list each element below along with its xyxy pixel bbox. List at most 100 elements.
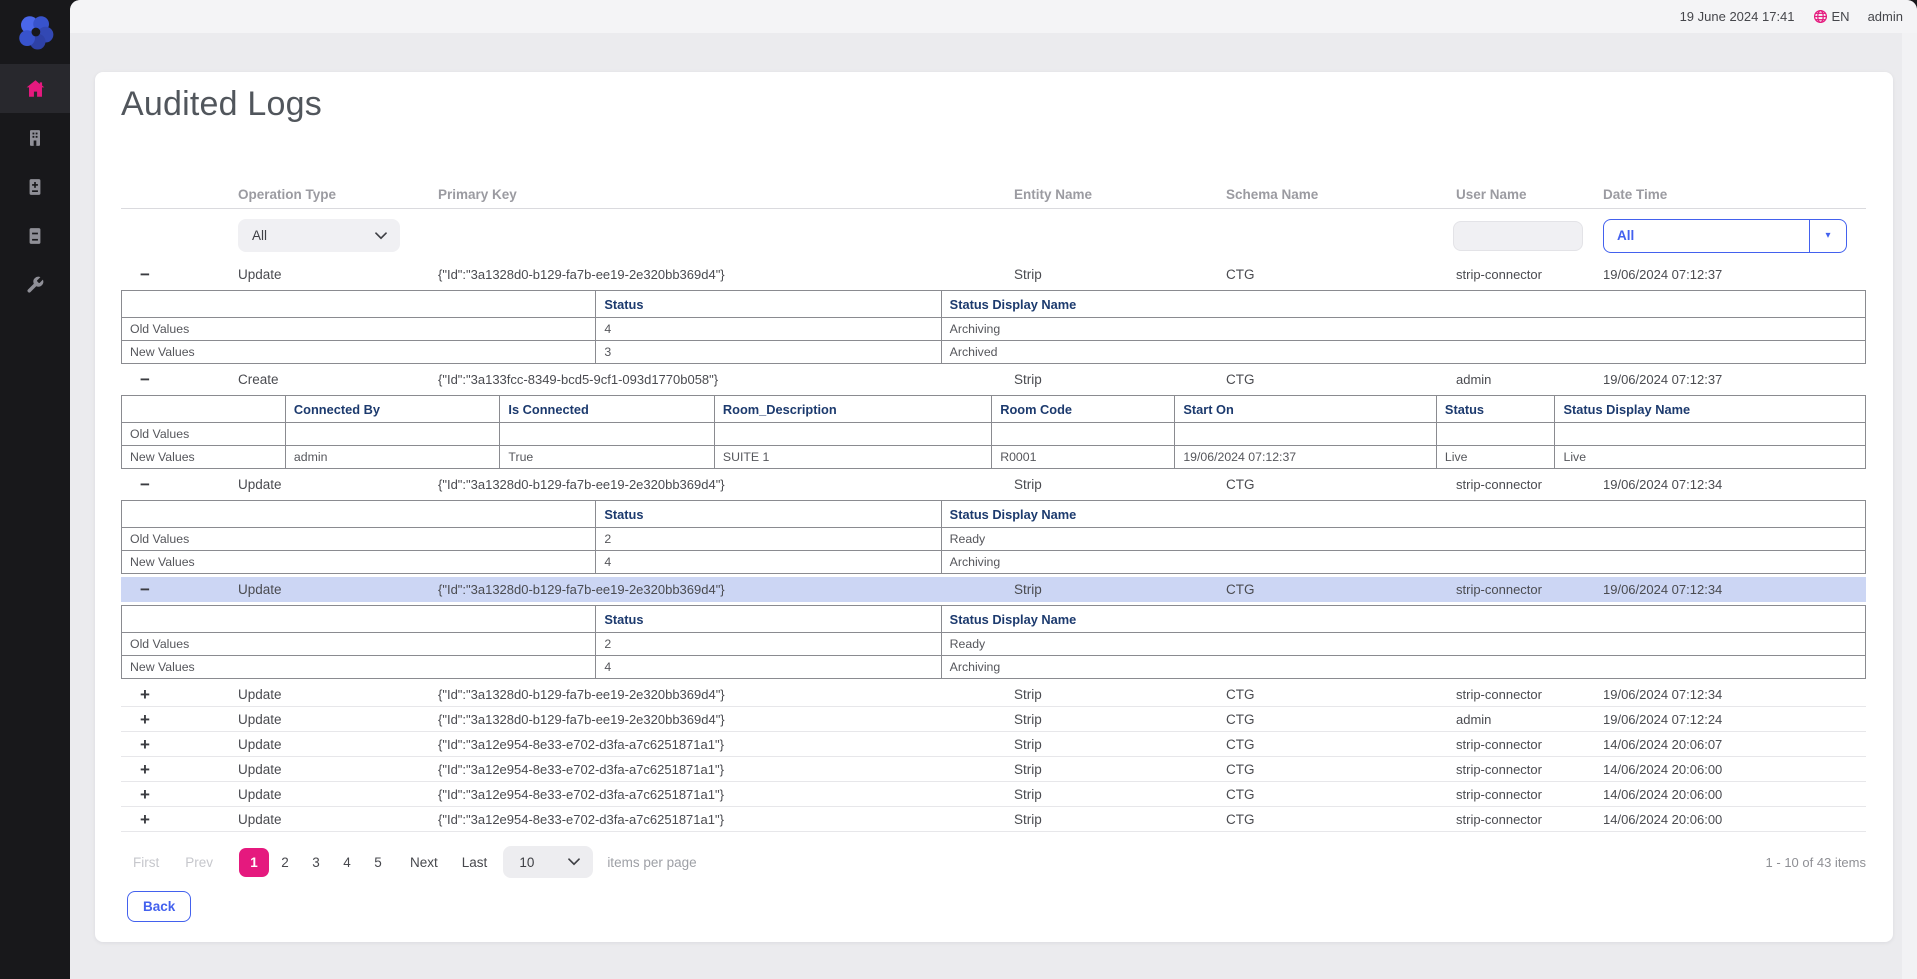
audit-log-row[interactable]: + Update {"Id":"3a12e954-8e33-e702-d3fa-…	[121, 807, 1866, 832]
audit-log-row[interactable]: + Update {"Id":"3a1328d0-b129-fa7b-ee19-…	[121, 707, 1866, 732]
pagination-page-5[interactable]: 5	[363, 848, 393, 877]
audit-log-row[interactable]: + Update {"Id":"3a12e954-8e33-e702-d3fa-…	[121, 732, 1866, 757]
expand-row-button[interactable]: +	[140, 710, 150, 729]
sidebar	[0, 0, 70, 979]
operation-type-cell: Update	[216, 762, 421, 777]
app-logo[interactable]	[0, 0, 70, 64]
detail-cell: 4	[596, 551, 941, 574]
audit-log-row[interactable]: + Update {"Id":"3a12e954-8e33-e702-d3fa-…	[121, 757, 1866, 782]
primary-key-cell: {"Id":"3a1328d0-b129-fa7b-ee19-2e320bb36…	[421, 712, 951, 727]
detail-column-header: Status Display Name	[941, 501, 1865, 528]
detail-column-header: Status Display Name	[941, 606, 1865, 633]
detail-column-header: Status	[596, 606, 941, 633]
scrollbar-track[interactable]	[1902, 33, 1917, 979]
detail-cell: Archiving	[941, 551, 1865, 574]
pagination-page-4[interactable]: 4	[332, 848, 362, 877]
audit-change-detail: Connected By Is Connected Room_Descripti…	[121, 395, 1866, 469]
audit-log-row[interactable]: − Update {"Id":"3a1328d0-b129-fa7b-ee19-…	[121, 472, 1866, 497]
schema-name-cell: CTG	[1201, 372, 1441, 387]
expand-row-button[interactable]: +	[140, 760, 150, 779]
column-header-operation-type: Operation Type	[216, 187, 421, 202]
back-button[interactable]: Back	[127, 891, 191, 922]
detail-cell: 4	[596, 656, 941, 679]
date-time-filter-select[interactable]: All ▾	[1603, 219, 1847, 253]
detail-cell: Archived	[941, 341, 1865, 364]
chevron-down-icon	[375, 232, 400, 240]
sidebar-item-logs[interactable]	[0, 211, 70, 260]
operation-type-filter-select[interactable]: All	[238, 219, 400, 252]
pagination-page-2[interactable]: 2	[270, 848, 300, 877]
audit-log-row[interactable]: − Create {"Id":"3a133fcc-8349-bcd5-9cf1-…	[121, 367, 1866, 392]
pagination-next-button[interactable]: Next	[410, 855, 438, 870]
pagination-page-1[interactable]: 1	[239, 848, 269, 877]
expand-row-button[interactable]: +	[140, 685, 150, 704]
detail-cell: 3	[596, 341, 941, 364]
entity-name-cell: Strip	[951, 787, 1201, 802]
page-size-select[interactable]: 10	[503, 846, 593, 878]
detail-column-header: Start On	[1175, 396, 1437, 423]
expand-row-button[interactable]: +	[140, 810, 150, 829]
sidebar-item-settings[interactable]	[0, 260, 70, 309]
topbar: 19 June 2024 17:41 EN admin	[70, 0, 1917, 33]
primary-key-cell: {"Id":"3a1328d0-b129-fa7b-ee19-2e320bb36…	[421, 477, 951, 492]
expand-row-button[interactable]: +	[140, 785, 150, 804]
collapse-row-button[interactable]: −	[140, 580, 150, 599]
pagination-prev-button[interactable]: Prev	[185, 855, 213, 870]
user-name-cell: strip-connector	[1441, 267, 1591, 282]
detail-column-rowlabel	[122, 291, 596, 318]
audit-log-row-selected[interactable]: − Update {"Id":"3a1328d0-b129-fa7b-ee19-…	[121, 577, 1866, 602]
user-menu[interactable]: admin	[1868, 9, 1903, 24]
home-icon	[25, 78, 46, 99]
sidebar-item-organization[interactable]	[0, 113, 70, 162]
date-time-cell: 14/06/2024 20:06:00	[1591, 787, 1866, 802]
expand-row-button[interactable]: +	[140, 735, 150, 754]
operation-type-cell: Update	[216, 712, 421, 727]
primary-key-cell: {"Id":"3a1328d0-b129-fa7b-ee19-2e320bb36…	[421, 687, 951, 702]
pagination-page-3[interactable]: 3	[301, 848, 331, 877]
schema-name-cell: CTG	[1201, 477, 1441, 492]
detail-cell	[1436, 423, 1555, 446]
detail-cell: 19/06/2024 07:12:37	[1175, 446, 1437, 469]
primary-key-cell: {"Id":"3a133fcc-8349-bcd5-9cf1-093d1770b…	[421, 372, 951, 387]
column-header-primary-key: Primary Key	[421, 187, 951, 202]
detail-column-header: Status	[596, 291, 941, 318]
date-time-cell: 19/06/2024 07:12:37	[1591, 267, 1866, 282]
audit-log-row[interactable]: − Update {"Id":"3a1328d0-b129-fa7b-ee19-…	[121, 262, 1866, 287]
entity-name-cell: Strip	[951, 737, 1201, 752]
column-header-entity-name: Entity Name	[951, 187, 1201, 202]
schema-name-cell: CTG	[1201, 267, 1441, 282]
detail-cell: Ready	[941, 633, 1865, 656]
detail-row-label: Old Values	[122, 633, 596, 656]
detail-column-rowlabel	[122, 396, 286, 423]
sidebar-item-register-add[interactable]	[0, 162, 70, 211]
audit-log-row[interactable]: + Update {"Id":"3a12e954-8e33-e702-d3fa-…	[121, 782, 1866, 807]
detail-cell	[1555, 423, 1866, 446]
sidebar-item-home[interactable]	[0, 64, 70, 113]
user-name-filter-input[interactable]	[1453, 221, 1583, 251]
pagination-last-button[interactable]: Last	[462, 855, 488, 870]
primary-key-cell: {"Id":"3a12e954-8e33-e702-d3fa-a7c625187…	[421, 787, 951, 802]
pagination: First Prev 1 2 3 4 5 Next Last 10 items …	[121, 846, 1866, 878]
operation-type-cell: Update	[216, 267, 421, 282]
operation-type-filter-value: All	[238, 228, 375, 243]
entity-name-cell: Strip	[951, 372, 1201, 387]
collapse-row-button[interactable]: −	[140, 265, 150, 284]
detail-cell	[714, 423, 991, 446]
detail-column-rowlabel	[122, 606, 596, 633]
audit-log-row[interactable]: + Update {"Id":"3a1328d0-b129-fa7b-ee19-…	[121, 682, 1866, 707]
date-time-cell: 14/06/2024 20:06:00	[1591, 812, 1866, 827]
pagination-first-button[interactable]: First	[133, 855, 159, 870]
globe-icon	[1813, 9, 1828, 24]
detail-column-header: Is Connected	[500, 396, 715, 423]
detail-cell: 4	[596, 318, 941, 341]
primary-key-cell: {"Id":"3a12e954-8e33-e702-d3fa-a7c625187…	[421, 812, 951, 827]
collapse-row-button[interactable]: −	[140, 370, 150, 389]
user-name-cell: strip-connector	[1441, 787, 1591, 802]
detail-column-header: Status Display Name	[941, 291, 1865, 318]
detail-cell	[285, 423, 500, 446]
operation-type-cell: Update	[216, 737, 421, 752]
language-switcher[interactable]: EN	[1813, 9, 1850, 24]
collapse-row-button[interactable]: −	[140, 475, 150, 494]
date-time-filter-dropdown-button[interactable]: ▾	[1809, 220, 1846, 252]
audit-change-detail-table: Connected By Is Connected Room_Descripti…	[121, 395, 1866, 469]
